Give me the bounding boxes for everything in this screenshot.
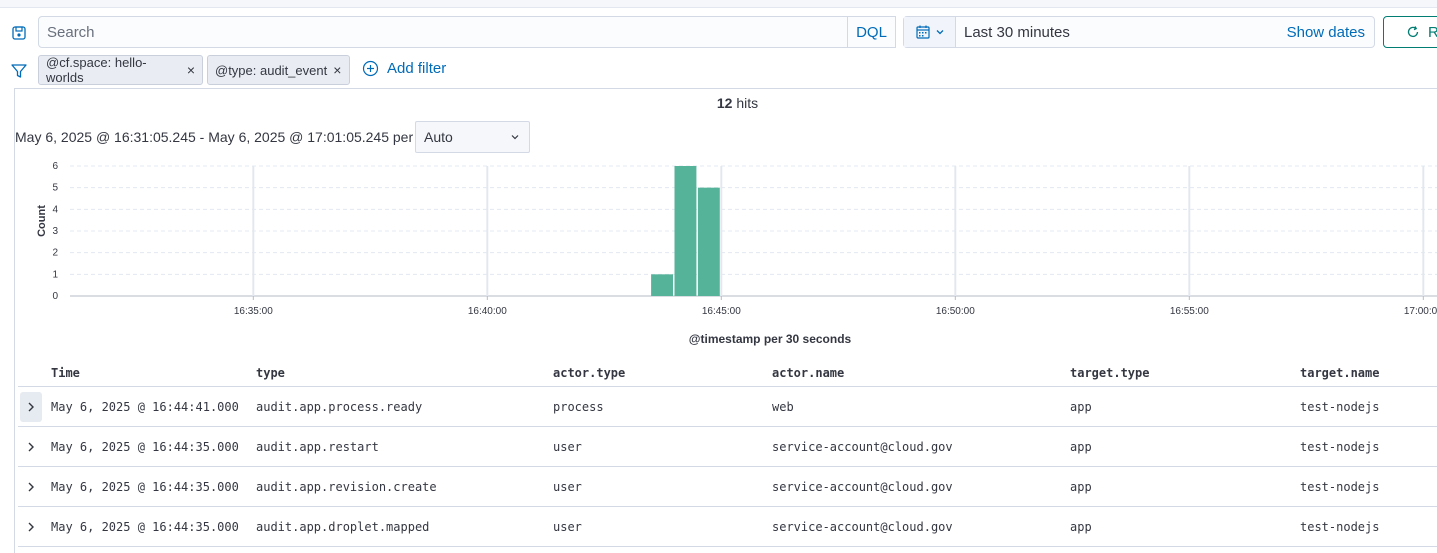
cell-target-name: test-nodejs xyxy=(1300,439,1380,454)
x-axis-label: @timestamp per 30 seconds xyxy=(688,332,852,346)
time-range-text: May 6, 2025 @ 16:31:05.245 - May 6, 2025… xyxy=(15,129,414,145)
cell-actor-name: service-account@cloud.gov xyxy=(772,439,953,454)
cell-type: audit.app.process.ready xyxy=(256,399,423,414)
hits-count: 12 hits xyxy=(0,95,1437,111)
search-input[interactable] xyxy=(39,17,847,47)
expand-row-button[interactable] xyxy=(20,472,42,502)
y-tick-label: 6 xyxy=(52,161,58,172)
cell-time: May 6, 2025 @ 16:44:41.000 xyxy=(51,399,239,414)
table-row: May 6, 2025 @ 16:44:41.000 audit.app.pro… xyxy=(18,387,1437,427)
documents-table: Time type actor.type actor.name target.t… xyxy=(18,360,1437,547)
close-icon[interactable]: × xyxy=(333,63,341,77)
cell-actor-type: user xyxy=(553,519,582,534)
column-header-type[interactable]: type xyxy=(256,360,285,386)
refresh-icon xyxy=(1407,26,1419,38)
saved-query-button[interactable] xyxy=(4,18,34,48)
cell-actor-type: process xyxy=(553,399,604,414)
filter-pill-label: @cf.space: hello-worlds xyxy=(46,55,147,85)
x-tick-label: 16:55:00 xyxy=(1170,306,1209,317)
x-tick-label: 16:50:00 xyxy=(936,306,975,317)
table-row: May 6, 2025 @ 16:44:35.000 audit.app.dro… xyxy=(18,507,1437,547)
x-tick-label: 16:35:00 xyxy=(234,306,273,317)
column-header-target-type[interactable]: target.type xyxy=(1070,360,1149,386)
chevron-down-icon xyxy=(936,30,943,35)
hits-suffix: hits xyxy=(736,95,759,111)
refresh-button[interactable]: R xyxy=(1383,16,1437,48)
column-header-actor-type[interactable]: actor.type xyxy=(553,360,625,386)
x-tick-label: 16:40:00 xyxy=(468,306,507,317)
cell-time: May 6, 2025 @ 16:44:35.000 xyxy=(51,519,239,534)
cell-actor-name: web xyxy=(772,399,794,414)
table-row: May 6, 2025 @ 16:44:35.000 audit.app.rev… xyxy=(18,467,1437,507)
y-tick-label: 0 xyxy=(52,291,58,302)
y-tick-label: 2 xyxy=(52,248,58,259)
cell-actor-type: user xyxy=(553,439,582,454)
cell-type: audit.app.droplet.mapped xyxy=(256,519,430,534)
query-bar: DQL xyxy=(38,16,896,48)
date-picker: Last 30 minutes Show dates xyxy=(903,16,1375,48)
cell-actor-name: service-account@cloud.gov xyxy=(772,519,953,534)
hits-number: 12 xyxy=(716,95,733,111)
chevron-right-icon xyxy=(28,482,34,492)
add-filter-label: Add filter xyxy=(387,60,447,77)
top-strip xyxy=(0,0,1437,8)
y-tick-label: 4 xyxy=(52,204,58,215)
y-tick-label: 3 xyxy=(52,226,58,237)
table-row: May 6, 2025 @ 16:44:35.000 audit.app.res… xyxy=(18,427,1437,467)
plus-circle-icon xyxy=(362,60,379,77)
y-tick-label: 5 xyxy=(52,183,58,194)
histogram-bar xyxy=(674,166,697,296)
cell-target-type: app xyxy=(1070,399,1092,414)
cell-target-name: test-nodejs xyxy=(1300,399,1380,414)
y-tick-label: 1 xyxy=(52,269,58,280)
cell-target-name: test-nodejs xyxy=(1300,519,1380,534)
histogram-bar xyxy=(651,274,673,296)
cell-target-type: app xyxy=(1070,439,1092,454)
cell-actor-type: user xyxy=(553,479,582,494)
cell-target-type: app xyxy=(1070,519,1092,534)
histogram-chart: 0 1 2 3 4 5 6 16:35:00 16:40:00 16:45:00 16:50:00 1… xyxy=(52,161,1437,317)
refresh-label: R xyxy=(1428,23,1437,41)
histogram-bar xyxy=(697,187,720,296)
cell-actor-name: service-account@cloud.gov xyxy=(772,479,953,494)
chevron-right-icon xyxy=(28,402,34,412)
interval-select[interactable]: Auto xyxy=(415,121,530,153)
add-filter-button[interactable]: Add filter xyxy=(362,60,446,77)
column-header-time[interactable]: Time xyxy=(51,360,80,386)
query-language-button[interactable]: DQL xyxy=(847,17,895,47)
close-icon[interactable]: × xyxy=(187,63,195,77)
chevron-right-icon xyxy=(28,442,34,452)
column-header-actor-name[interactable]: actor.name xyxy=(772,360,844,386)
y-axis-label: Count xyxy=(36,205,48,237)
show-dates-button[interactable]: Show dates xyxy=(1287,24,1374,41)
table-header: Time type actor.type actor.name target.t… xyxy=(18,360,1437,387)
time-range-display[interactable]: Last 30 minutes xyxy=(956,24,1287,41)
cell-type: audit.app.revision.create xyxy=(256,479,437,494)
expand-row-button[interactable] xyxy=(20,512,42,542)
expand-row-button[interactable] xyxy=(20,432,42,462)
filter-pill-label: @type: audit_event xyxy=(215,62,328,78)
chevron-right-icon xyxy=(28,522,34,532)
cell-time: May 6, 2025 @ 16:44:35.000 xyxy=(51,439,239,454)
save-icon xyxy=(12,26,26,40)
x-tick-label: 17:00:00 xyxy=(1404,306,1437,317)
calendar-icon xyxy=(915,25,930,39)
chevron-down-icon xyxy=(511,135,519,140)
quick-select-button[interactable] xyxy=(904,17,956,47)
filter-pill-type[interactable]: @type: audit_event × xyxy=(207,55,350,85)
column-header-target-name[interactable]: target.name xyxy=(1300,360,1379,386)
cell-target-name: test-nodejs xyxy=(1300,479,1380,494)
filter-icon[interactable] xyxy=(10,62,28,80)
filter-pill-space[interactable]: @cf.space: hello-worlds × xyxy=(38,55,203,85)
cell-target-type: app xyxy=(1070,479,1092,494)
expand-row-button[interactable] xyxy=(20,392,42,422)
interval-value: Auto xyxy=(424,129,453,145)
cell-type: audit.app.restart xyxy=(256,439,379,454)
x-tick-label: 16:45:00 xyxy=(702,306,741,317)
cell-time: May 6, 2025 @ 16:44:35.000 xyxy=(51,479,239,494)
